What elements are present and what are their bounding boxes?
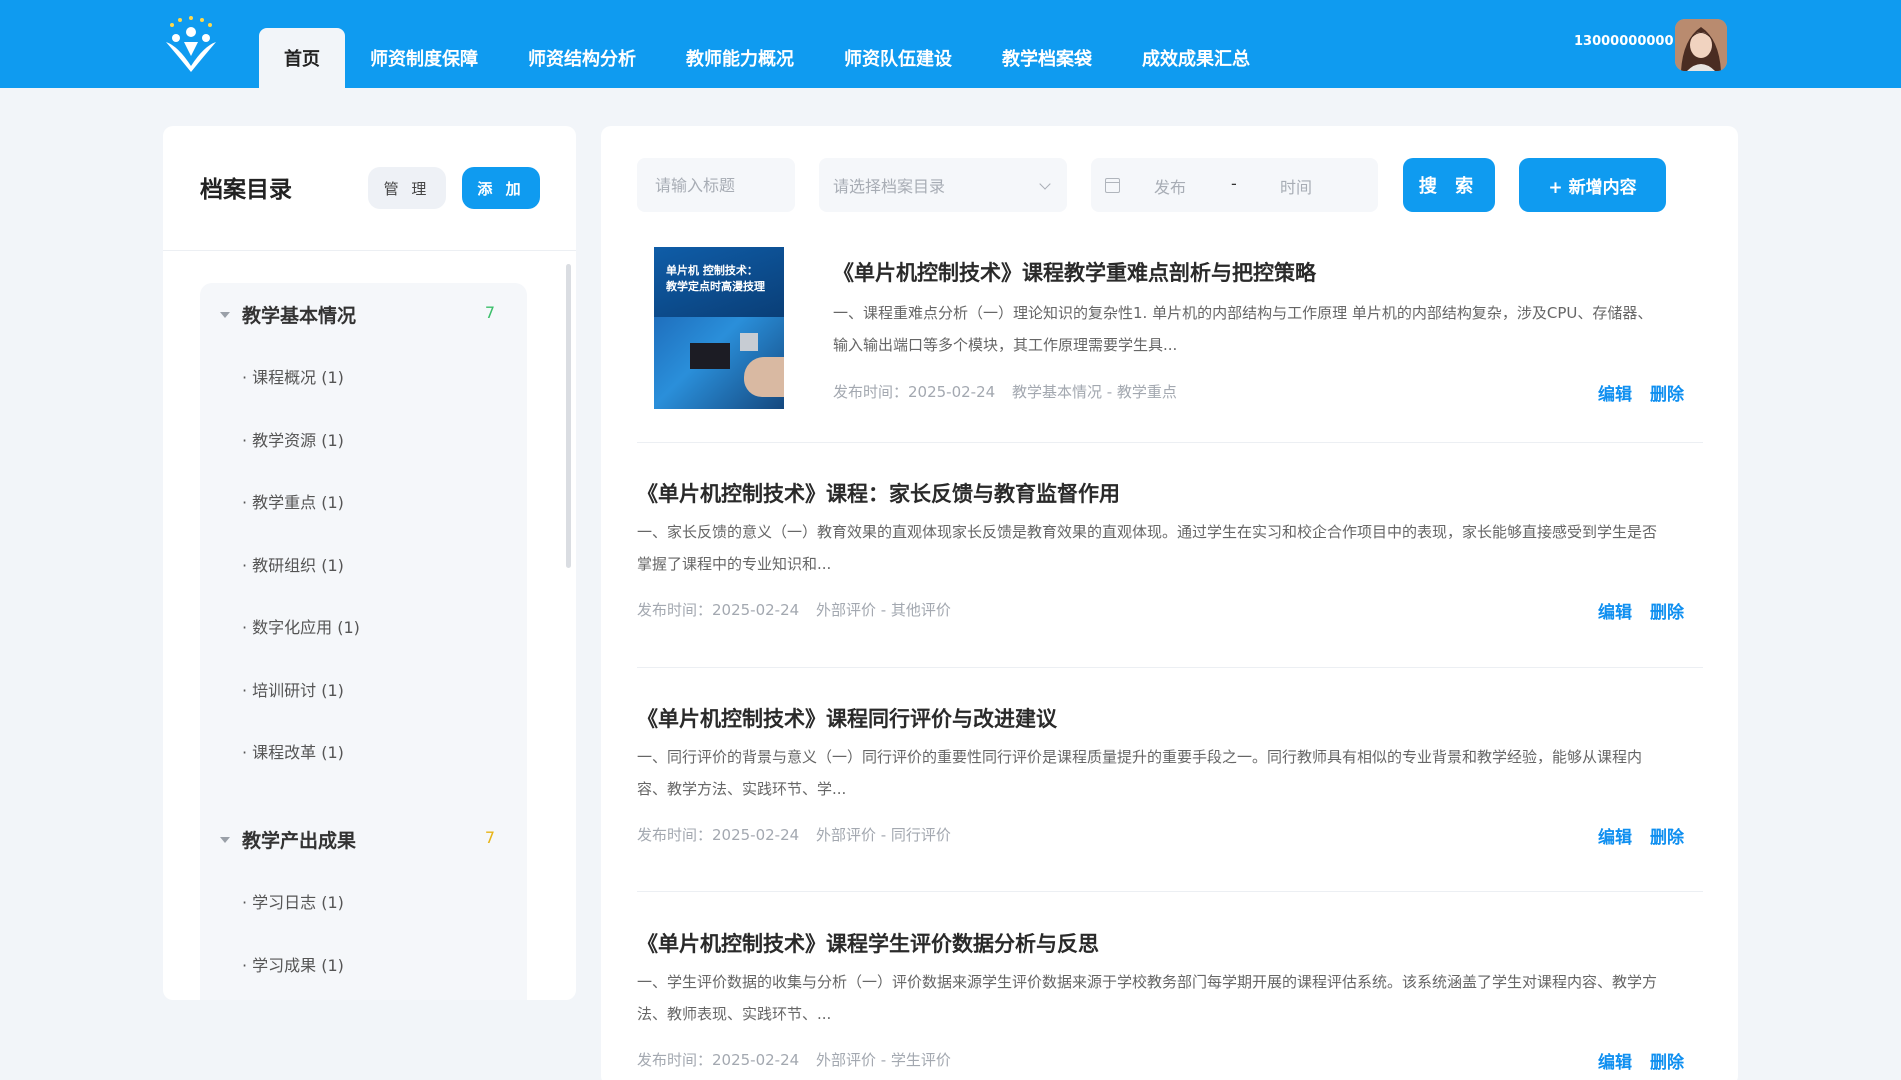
edit-button[interactable]: 编辑 xyxy=(1598,823,1632,848)
directory-item[interactable]: · 学习日志 (1) xyxy=(200,870,527,933)
directory-select-placeholder: 请选择档案目录 xyxy=(833,177,946,196)
group-count: 7 xyxy=(484,828,495,847)
divider xyxy=(637,442,1703,443)
avatar-portrait-icon xyxy=(1675,19,1727,71)
article-date: 发布时间：2025-02-24 xyxy=(637,1051,800,1069)
date-end-placeholder: 时间 xyxy=(1280,178,1313,197)
scrollbar[interactable] xyxy=(566,264,571,568)
main-nav: 首页 师资制度保障 师资结构分析 教师能力概况 师资队伍建设 教学档案袋 成效成… xyxy=(259,28,1275,88)
directory-select[interactable]: 请选择档案目录 xyxy=(819,158,1067,212)
date-range-picker[interactable]: 发布 - 时间 xyxy=(1091,158,1378,212)
date-separator: - xyxy=(1231,174,1237,193)
add-button[interactable]: 添 加 xyxy=(462,167,540,209)
article-summary: 一、同行评价的背景与意义（一）同行评价的重要性同行评价是课程质量提升的重要手段之… xyxy=(637,748,1643,798)
divider xyxy=(637,891,1703,892)
nav-item-achievements[interactable]: 成效成果汇总 xyxy=(1117,28,1275,88)
logo-icon[interactable] xyxy=(162,16,220,74)
list-item[interactable]: 《单片机控制技术》课程同行评价与改进建议 一、同行评价的背景与意义（一）同行评价… xyxy=(637,703,1703,863)
top-navigation-bar: 首页 师资制度保障 师资结构分析 教师能力概况 师资队伍建设 教学档案袋 成效成… xyxy=(0,0,1901,88)
delete-button[interactable]: 删除 xyxy=(1650,380,1684,405)
article-title[interactable]: 《单片机控制技术》课程同行评价与改进建议 xyxy=(637,703,1057,733)
list-item[interactable]: 《单片机控制技术》课程：家长反馈与教育监督作用 一、家长反馈的意义（一）教育效果… xyxy=(637,478,1703,638)
directory-item[interactable]: · 课程概况 (1) xyxy=(200,345,527,408)
directory-item[interactable]: · 教研组织 (1) xyxy=(200,533,527,596)
content-panel: 请选择档案目录 发布 - 时间 搜 索 + 新增内容 单片机 控制技术： 教学定… xyxy=(601,126,1738,1080)
calendar-icon xyxy=(1105,178,1120,193)
nav-item-faculty-policy[interactable]: 师资制度保障 xyxy=(345,28,503,88)
article-meta: 发布时间：2025-02-24 外部评价 - 其他评价 xyxy=(637,599,963,620)
chip-image xyxy=(740,333,758,351)
article-title[interactable]: 《单片机控制技术》课程学生评价数据分析与反思 xyxy=(637,928,1099,958)
nav-item-teacher-ability[interactable]: 教师能力概况 xyxy=(661,28,819,88)
chip-image xyxy=(690,343,730,369)
nav-item-teaching-portfolio[interactable]: 教学档案袋 xyxy=(977,28,1117,88)
thumbnail-title: 单片机 控制技术： 教学定点时高漫技理 xyxy=(666,263,765,295)
divider xyxy=(637,667,1703,668)
article-category: 外部评价 - 其他评价 xyxy=(815,601,951,619)
panel-title: 档案目录 xyxy=(200,177,292,203)
nav-item-team-building[interactable]: 师资队伍建设 xyxy=(819,28,977,88)
article-thumbnail[interactable]: 单片机 控制技术： 教学定点时高漫技理 xyxy=(654,247,784,409)
directory-item[interactable]: · 培训研讨 (1) xyxy=(200,658,527,721)
directory-item[interactable]: · 课程改革 (1) xyxy=(200,720,527,783)
article-meta: 发布时间：2025-02-24 教学基本情况 - 教学重点 xyxy=(833,381,1189,402)
manage-button[interactable]: 管 理 xyxy=(368,167,446,209)
directory-item[interactable]: · 数字化应用 (1) xyxy=(200,595,527,658)
nav-item-home[interactable]: 首页 xyxy=(259,28,345,88)
thumbnail-title-line: 单片机 控制技术： xyxy=(666,264,758,277)
archive-directory-panel: 档案目录 管 理 添 加 教学基本情况 7 · 课程概况 (1) · 教学资源 … xyxy=(163,126,576,1000)
article-category: 教学基本情况 - 教学重点 xyxy=(1011,383,1177,401)
delete-button[interactable]: 删除 xyxy=(1650,823,1684,848)
article-date: 发布时间：2025-02-24 xyxy=(637,826,800,844)
avatar[interactable] xyxy=(1675,19,1727,71)
divider xyxy=(163,250,576,251)
user-phone[interactable]: 13000000000 xyxy=(1574,34,1674,49)
article-summary: 一、学生评价数据的收集与分析（一）评价数据来源学生评价数据来源于学校教务部门每学… xyxy=(637,973,1658,1023)
directory-group: 教学产出成果 7 · 学习日志 (1) · 学习成果 (1) xyxy=(200,808,527,1000)
date-start-placeholder: 发布 xyxy=(1154,178,1187,197)
add-content-button[interactable]: + 新增内容 xyxy=(1519,158,1666,212)
edit-button[interactable]: 编辑 xyxy=(1598,1048,1632,1073)
caret-down-icon xyxy=(220,312,230,318)
article-category: 外部评价 - 学生评价 xyxy=(815,1051,951,1069)
group-title: 教学基本情况 xyxy=(242,305,357,327)
edit-button[interactable]: 编辑 xyxy=(1598,380,1632,405)
article-category: 外部评价 - 同行评价 xyxy=(815,826,951,844)
delete-button[interactable]: 删除 xyxy=(1650,598,1684,623)
article-summary: 一、家长反馈的意义（一）教育效果的直观体现家长反馈是教育效果的直观体现。通过学生… xyxy=(637,523,1658,573)
search-button[interactable]: 搜 索 xyxy=(1403,158,1495,212)
caret-down-icon xyxy=(220,837,230,843)
group-header[interactable]: 教学产出成果 7 xyxy=(200,808,527,870)
title-search-input[interactable] xyxy=(637,158,795,212)
article-date: 发布时间：2025-02-24 xyxy=(833,383,996,401)
list-item[interactable]: 单片机 控制技术： 教学定点时高漫技理 《单片机控制技术》课程教学重难点剖析与把… xyxy=(637,247,1703,409)
delete-button[interactable]: 删除 xyxy=(1650,1048,1684,1073)
edit-button[interactable]: 编辑 xyxy=(1598,598,1632,623)
article-date: 发布时间：2025-02-24 xyxy=(637,601,800,619)
group-header[interactable]: 教学基本情况 7 xyxy=(200,283,527,345)
group-count: 7 xyxy=(484,303,495,322)
nav-item-faculty-structure[interactable]: 师资结构分析 xyxy=(503,28,661,88)
article-title[interactable]: 《单片机控制技术》课程教学重难点剖析与把控策略 xyxy=(833,257,1316,287)
article-meta: 发布时间：2025-02-24 外部评价 - 同行评价 xyxy=(637,824,963,845)
group-title: 教学产出成果 xyxy=(242,830,357,852)
directory-item[interactable]: · 教学资源 (1) xyxy=(200,408,527,471)
chevron-down-icon xyxy=(1039,178,1051,190)
directory-item[interactable]: · 学习成果 (1) xyxy=(200,933,527,996)
article-meta: 发布时间：2025-02-24 外部评价 - 学生评价 xyxy=(637,1049,963,1070)
thumbnail-title-line: 教学定点时高漫技理 xyxy=(666,280,765,293)
list-item[interactable]: 《单片机控制技术》课程学生评价数据分析与反思 一、学生评价数据的收集与分析（一）… xyxy=(637,928,1703,1080)
hand-image xyxy=(744,357,784,397)
article-title[interactable]: 《单片机控制技术》课程：家长反馈与教育监督作用 xyxy=(637,478,1120,508)
article-summary: 一、课程重难点分析（一）理论知识的复杂性1. 单片机的内部结构与工作原理 单片机… xyxy=(833,304,1653,354)
directory-item[interactable]: · 教学重点 (1) xyxy=(200,470,527,533)
